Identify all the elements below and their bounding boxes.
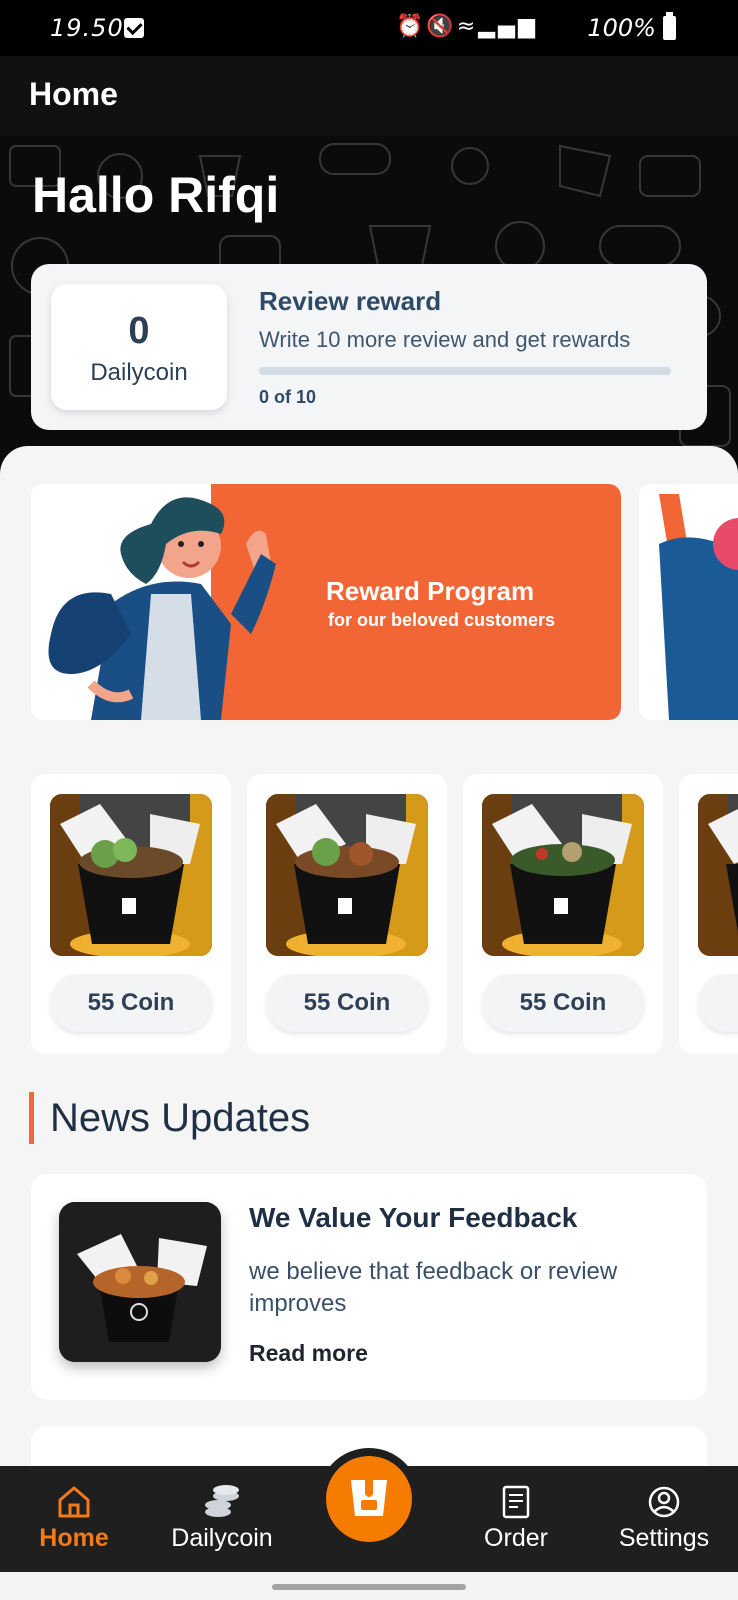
nav-item-settings[interactable]: Settings xyxy=(594,1466,734,1572)
checkbox-notification-icon xyxy=(124,18,144,38)
nav-label-settings: Settings xyxy=(618,1524,710,1552)
read-more-link[interactable]: Read more xyxy=(249,1340,368,1367)
status-bar: 19.50 ⏰🔇≈▂▄▆ 100% xyxy=(0,0,738,56)
main-content: Reward Program for our beloved customers xyxy=(0,446,738,1466)
product-price-button[interactable]: 55 Coin xyxy=(266,974,428,1032)
receipt-icon xyxy=(502,1485,530,1519)
nav-label-dailycoin: Dailycoin xyxy=(171,1524,273,1552)
dailycoin-balance[interactable]: 0 Dailycoin xyxy=(51,284,227,410)
app-bar: Home xyxy=(0,56,738,136)
product-card[interactable]: 55 Coin xyxy=(463,774,663,1054)
product-image xyxy=(266,794,428,956)
home-icon xyxy=(58,1486,90,1518)
dailycoin-value: 0 xyxy=(128,310,150,352)
dailycoin-label: Dailycoin xyxy=(90,359,188,386)
banner-title: Reward Program xyxy=(326,576,535,606)
news-section-heading: News Updates xyxy=(29,1092,310,1144)
reward-program-banner[interactable]: Reward Program for our beloved customers xyxy=(31,484,621,720)
product-price-button[interactable]: 55 Coin xyxy=(482,974,644,1032)
home-gesture-handle[interactable] xyxy=(272,1584,466,1590)
page-title: Home xyxy=(29,76,118,112)
review-reward-card[interactable]: 0 Dailycoin Review reward Write 10 more … xyxy=(31,264,707,430)
nav-item-order[interactable]: Order xyxy=(446,1466,586,1572)
status-time: 19.50 xyxy=(50,14,124,42)
nav-item-dailycoin[interactable]: Dailycoin xyxy=(152,1466,292,1572)
product-image xyxy=(698,794,738,956)
news-title: We Value Your Feedback xyxy=(249,1202,578,1233)
profile-icon xyxy=(648,1486,680,1518)
review-reward-title: Review reward xyxy=(259,286,442,316)
product-image xyxy=(482,794,644,956)
review-progress-bar xyxy=(259,367,671,375)
greeting-text: Hallo Rifqi xyxy=(32,167,280,223)
banner-illustration-partial xyxy=(659,494,738,720)
woman-waving-illustration xyxy=(48,497,276,720)
product-card[interactable]: 55 Coin xyxy=(31,774,231,1054)
nav-label-order: Order xyxy=(484,1524,548,1552)
product-card[interactable]: 55 Coin xyxy=(247,774,447,1054)
news-description: we believe that feedback or review impro… xyxy=(249,1258,618,1317)
next-banner-preview[interactable] xyxy=(639,484,738,720)
dailybox-logo-icon xyxy=(351,1480,387,1516)
product-price-button[interactable]: 55 Coin xyxy=(50,974,212,1032)
battery-percent: 100% xyxy=(587,14,656,42)
coins-icon xyxy=(205,1485,239,1517)
battery-icon xyxy=(663,12,676,40)
gesture-bar xyxy=(0,1572,738,1600)
nav-item-home[interactable]: Home xyxy=(4,1466,144,1572)
news-card[interactable]: We Value Your Feedback we believe that f… xyxy=(31,1174,707,1400)
product-image xyxy=(50,794,212,956)
banner-subtitle: for our beloved customers xyxy=(328,610,556,630)
product-price-button[interactable] xyxy=(698,974,738,1032)
dailybox-fab-button[interactable] xyxy=(326,1456,412,1542)
nav-label-home: Home xyxy=(39,1524,109,1552)
status-icons: ⏰🔇≈▂▄▆ xyxy=(396,14,538,39)
review-progress-text: 0 of 10 xyxy=(259,387,317,407)
product-carousel: 55 Coin 55 Coin 55 Coin xyxy=(31,774,738,1054)
news-image xyxy=(59,1202,221,1362)
product-card-partial[interactable] xyxy=(679,774,738,1054)
review-reward-description: Write 10 more review and get rewards xyxy=(259,327,631,352)
review-reward-info: Review reward Write 10 more review and g… xyxy=(259,286,679,408)
